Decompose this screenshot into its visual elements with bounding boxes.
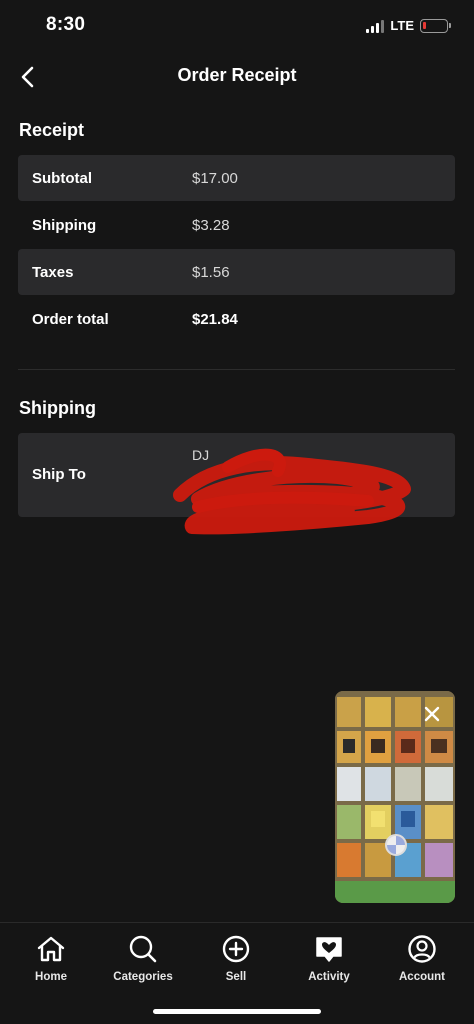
status-indicators: LTE: [366, 18, 451, 33]
nav-header: Order Receipt: [0, 52, 474, 102]
tab-categories[interactable]: Categories: [98, 933, 188, 983]
tab-label: Activity: [308, 971, 350, 983]
tab-sell[interactable]: Sell: [191, 933, 281, 983]
receipt-section-title: Receipt: [19, 120, 85, 140]
tab-label: Sell: [225, 971, 247, 983]
tab-home[interactable]: Home: [6, 933, 96, 983]
row-label: Taxes: [32, 263, 74, 281]
row-value: $3.28: [192, 216, 230, 234]
receipt-row-taxes: Taxes $1.56: [18, 249, 455, 295]
search-icon: [127, 933, 159, 965]
receipt-row-shipping: Shipping $3.28: [18, 202, 455, 248]
ship-to-row: Ship To DJ: [18, 433, 455, 535]
row-label: Shipping: [32, 216, 97, 234]
signal-icon: [366, 19, 385, 33]
tab-activity[interactable]: Activity: [284, 933, 374, 983]
battery-icon: [420, 18, 451, 33]
receipt-row-order-total: Order total $21.84: [18, 296, 455, 342]
home-indicator[interactable]: [153, 1009, 321, 1014]
video-preview[interactable]: [335, 691, 455, 903]
shipping-section-title: Shipping: [19, 398, 96, 418]
home-icon: [35, 933, 67, 965]
page-title: Order Receipt: [177, 65, 297, 85]
row-label: Subtotal: [32, 169, 92, 187]
section-divider: [18, 369, 455, 370]
row-value: $21.84: [192, 310, 238, 328]
account-icon: [406, 933, 438, 965]
row-value: $1.56: [192, 263, 230, 281]
status-bar: 8:30 LTE: [0, 0, 474, 52]
network-label: LTE: [390, 18, 414, 33]
receipt-row-subtotal: Subtotal $17.00: [18, 155, 455, 201]
ship-to-label: Ship To: [32, 466, 86, 483]
tab-label: Account: [399, 971, 445, 983]
redaction-scribble: [173, 448, 411, 535]
status-time: 8:30: [46, 14, 86, 35]
row-label: Order total: [32, 310, 109, 328]
tab-label: Categories: [113, 971, 173, 983]
disc-icon: [385, 834, 407, 856]
plus-circle-icon: [220, 933, 252, 965]
close-icon[interactable]: [423, 705, 441, 723]
tab-label: Home: [35, 971, 67, 983]
heart-bubble-icon: [313, 933, 345, 965]
tab-account[interactable]: Account: [377, 933, 467, 983]
row-value: $17.00: [192, 169, 238, 187]
